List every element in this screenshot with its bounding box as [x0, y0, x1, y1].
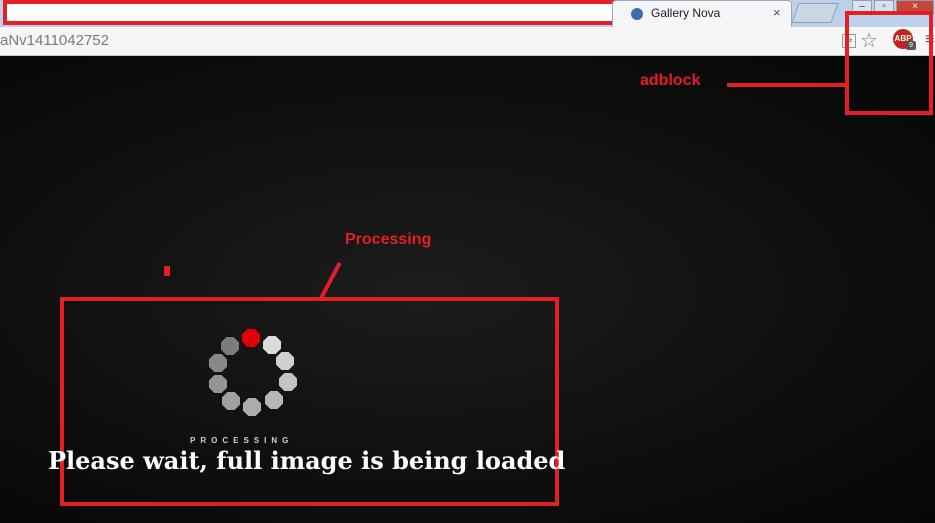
tab-title: Gallery Nova: [651, 6, 721, 20]
page-content: adblock Processing PROCESSING Please wai…: [0, 11, 935, 523]
annotation-adblock-line: [727, 83, 845, 87]
new-tab-button[interactable]: [791, 3, 839, 23]
spinner-dot: [279, 373, 297, 391]
loading-message: Please wait, full image is being loaded: [48, 446, 566, 475]
annotation-adblock-label: adblock: [640, 72, 701, 89]
spinner-dot: [276, 352, 294, 370]
spinner-dot: [222, 392, 240, 410]
spinner-dot: [209, 375, 227, 393]
annotation-processing-line: [319, 262, 342, 300]
browser-titlebar: Gallery Nova × – ▫ ×: [0, 0, 935, 27]
annotation-small-mark: [164, 266, 170, 276]
spinner-dot: [209, 354, 227, 372]
spinner-dot: [221, 337, 239, 355]
spinner-dot: [243, 398, 261, 416]
annotation-redacted-tab-box: [3, 0, 617, 25]
annotation-adblock-box: [845, 11, 933, 115]
processing-text: PROCESSING: [190, 436, 294, 445]
address-bar: aNv1411042752 ⇄ ☆ ABP 9 ≡: [0, 27, 935, 56]
tab-close-icon[interactable]: ×: [773, 5, 781, 20]
url-field[interactable]: aNv1411042752: [0, 32, 109, 49]
loading-spinner-icon: [205, 326, 305, 426]
favicon-icon: [631, 8, 643, 20]
spinner-dot: [265, 391, 283, 409]
spinner-dot: [242, 329, 260, 347]
browser-tab[interactable]: Gallery Nova ×: [612, 0, 792, 27]
annotation-processing-label: Processing: [345, 231, 432, 248]
spinner-dot: [263, 336, 281, 354]
